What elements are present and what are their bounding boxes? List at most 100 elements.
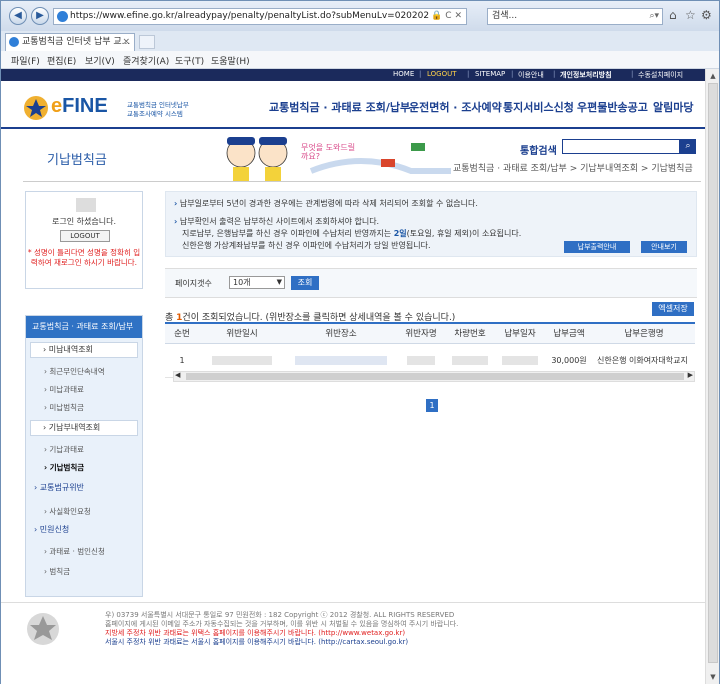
menu-favorites[interactable]: 즐겨찾기(A) (123, 54, 169, 67)
side-nav-civil[interactable]: › 민원신청 (30, 524, 138, 535)
total-search-label: 통합검색 (520, 146, 557, 157)
login-box: 로그인 하셨습니다. LOGOUT * 성명이 틀리다면 성명을 정확히 입력하… (25, 191, 143, 289)
col-no: 순번 (165, 324, 199, 344)
tab-bar: 교통범칙금 인터넷 납부 교... × (1, 31, 719, 51)
browser-toolbar: ◀ ▶ https://www.efine.go.kr/alreadypay/p… (1, 1, 719, 31)
page-scroll-thumb[interactable] (708, 83, 718, 663)
utility-bar: HOME | LOGOUT | SITEMAP | 이용안내 | 개인정보처리방… (1, 69, 705, 81)
breadcrumb: 교통범칙금 · 과태료 조회/납부 > 기납부내역조회 > 기납범칙금 (453, 164, 693, 174)
scroll-right-icon[interactable]: ▶ (688, 371, 693, 379)
col-paid-date: 납부일자 (495, 324, 545, 344)
col-date: 위반일시 (199, 324, 285, 344)
footer-wetax-notice[interactable]: 지방세 주정차 위반 과태료는 위택스 홈페이지를 이용해주시기 바랍니다. (… (105, 629, 405, 638)
footer: 우) 03739 서울특별시 서대문구 통일로 97 민원전화 : 182 Co… (1, 602, 705, 684)
chevron-down-icon: ▼ (276, 278, 282, 286)
page-title: 기납범칙금 (47, 153, 107, 168)
login-warning: * 성명이 틀리다면 성명을 정확히 입력하여 재로그인 하시기 바랍니다. (27, 248, 141, 267)
footer-seoul-notice[interactable]: 서울시 주정차 위반 과태료는 서울시 홈페이지를 이용해주시기 바랍니다. (… (105, 638, 408, 647)
col-amount: 납부금액 (545, 324, 593, 344)
scroll-left-icon[interactable]: ◀ (175, 371, 180, 379)
side-nav-fact-check[interactable]: › 사실확인요청 (30, 506, 138, 517)
new-tab-button[interactable] (139, 35, 155, 49)
side-nav-recent[interactable]: › 최근무인단속내역 (30, 366, 138, 377)
page-size-select[interactable]: 10개 ▼ (229, 276, 285, 289)
gear-icon[interactable]: ⚙ (701, 8, 712, 22)
title-divider (23, 181, 701, 182)
footer-police-emblem-icon (27, 613, 59, 645)
pagination-current[interactable]: 1 (426, 399, 438, 412)
magnifier-icon: ⌕ (685, 141, 691, 151)
mascot-bubble: 무엇을 도와드릴까요? (301, 143, 356, 161)
util-privacy-link[interactable]: 개인정보처리방침 (560, 70, 612, 80)
tab-title: 교통범칙금 인터넷 납부 교... (22, 37, 131, 47)
login-greeting: 로그인 하셨습니다. (52, 217, 116, 226)
notice-line-1: › 납부일로부터 5년이 경과한 경우에는 관계법령에 따라 삭제 처리되어 조… (174, 199, 478, 208)
side-nav-unpaid-penalty[interactable]: › 미납과태료 (30, 384, 138, 395)
side-nav-civil-fine[interactable]: › 범칙금 (30, 566, 138, 577)
menu-bar: 파일(F) 편집(E) 보기(V) 즐겨찾기(A) 도구(T) 도움말(H) (1, 51, 719, 69)
total-search-button[interactable]: ⌕ (680, 139, 696, 154)
side-nav-civil-penalty[interactable]: › 과태료 · 범인신청 (30, 546, 138, 557)
menu-help[interactable]: 도움말(H) (211, 54, 250, 67)
logo-subtitle-2: 교통조사예약 시스템 (127, 110, 183, 118)
receipt-guide-button[interactable]: 납부출력안내 (564, 241, 630, 253)
excel-save-button[interactable]: 엑셀저장 (652, 302, 694, 316)
forward-button[interactable]: ▶ (31, 7, 49, 25)
total-search-input[interactable] (562, 139, 680, 154)
police-emblem-icon (24, 96, 48, 120)
gnb-notice[interactable]: 알림마당 (653, 99, 693, 115)
page-vertical-scrollbar[interactable]: ▲ ▼ (705, 69, 719, 684)
user-name-blurred (76, 198, 96, 212)
favorites-star-icon[interactable]: ☆ (685, 8, 696, 22)
url-text: https://www.efine.go.kr/alreadypay/penal… (70, 11, 430, 21)
close-tab-icon[interactable]: × (122, 34, 130, 50)
menu-edit[interactable]: 편집(E) (47, 54, 76, 67)
gnb-notification[interactable]: 통지서비스신청 (503, 99, 574, 115)
back-button[interactable]: ◀ (9, 7, 27, 25)
search-icon[interactable]: ⌕▾ (649, 9, 659, 24)
footer-address: 우) 03739 서울특별시 서대문구 통일로 97 민원전화 : 182 Co… (105, 611, 455, 619)
gnb-fine-lookup[interactable]: 교통범칙금 · 과태료 조회/납부 (269, 99, 410, 115)
view-guide-button[interactable]: 안내보기 (641, 241, 687, 253)
scroll-down-icon[interactable]: ▼ (707, 671, 719, 683)
ie-logo-icon (57, 11, 68, 22)
notice-line-2: › 납부확인서 출력은 납부하신 사이트에서 조회하셔야 합니다. (174, 217, 380, 226)
side-nav-paid[interactable]: › 기납부내역조회 (30, 420, 138, 436)
table-horizontal-scrollbar[interactable]: ◀ ▶ (173, 371, 695, 382)
query-button[interactable]: 조회 (291, 276, 319, 290)
browser-tab[interactable]: 교통범칙금 인터넷 납부 교... × (5, 33, 135, 51)
util-sitemap-link[interactable]: SITEMAP (475, 70, 505, 78)
menu-tools[interactable]: 도구(T) (175, 54, 204, 67)
gnb-returned-mail[interactable]: 우편물반송공고 (577, 99, 648, 115)
notice-line-3: 지로납부, 은행납부를 하신 경우 이파인에 수납처리 반영까지는 2일(토요일… (182, 229, 522, 238)
logout-button[interactable]: LOGOUT (60, 230, 110, 242)
util-home-link[interactable]: HOME (393, 70, 414, 78)
address-bar[interactable]: https://www.efine.go.kr/alreadypay/penal… (53, 8, 467, 25)
header-divider (1, 127, 705, 129)
scroll-thumb[interactable] (186, 373, 684, 380)
side-nav-paid-penalty[interactable]: › 기납과태료 (30, 444, 138, 455)
col-place: 위반장소 (285, 324, 397, 344)
util-guide-link[interactable]: 이용안내 (518, 70, 544, 80)
side-nav-unpaid-fine[interactable]: › 미납범칙금 (30, 402, 138, 413)
home-icon[interactable]: ⌂ (669, 8, 677, 22)
ie-tab-icon (9, 37, 19, 47)
scroll-up-icon[interactable]: ▲ (707, 70, 719, 82)
util-logout-link[interactable]: LOGOUT (427, 70, 457, 78)
side-nav-violation[interactable]: › 교통범규위반 (30, 482, 138, 493)
gnb-license[interactable]: 운전면허 · 조사예약 (409, 99, 502, 115)
side-nav-unpaid[interactable]: › 미납내역조회 (30, 342, 138, 358)
lock-refresh-icon[interactable]: 🔒 C ✕ (431, 9, 462, 24)
col-bank: 납부은행명 (593, 324, 695, 344)
page-size-value: 10개 (233, 278, 251, 287)
util-install-link[interactable]: 수동설치페이지 (638, 70, 683, 80)
menu-view[interactable]: 보기(V) (85, 54, 115, 67)
browser-search-input[interactable]: 검색... ⌕▾ (487, 8, 663, 25)
notice-line-4: 신한은행 가상계좌납부를 하신 경우 이파인에 수납처리가 당일 반영됩니다. (182, 241, 431, 250)
footer-email-policy: 홈페이지에 게시된 이메일 주소가 자동수집되는 것을 거부하며, 이를 위반 … (105, 620, 459, 628)
efine-logo[interactable]: eFINE 교통범칙금 인터넷납부 교통조사예약 시스템 (23, 93, 203, 125)
col-plate: 차량번호 (445, 324, 495, 344)
search-placeholder: 검색... (492, 11, 518, 21)
menu-file[interactable]: 파일(F) (11, 54, 40, 67)
side-nav-paid-fine[interactable]: › 기납범칙금 (30, 462, 138, 473)
